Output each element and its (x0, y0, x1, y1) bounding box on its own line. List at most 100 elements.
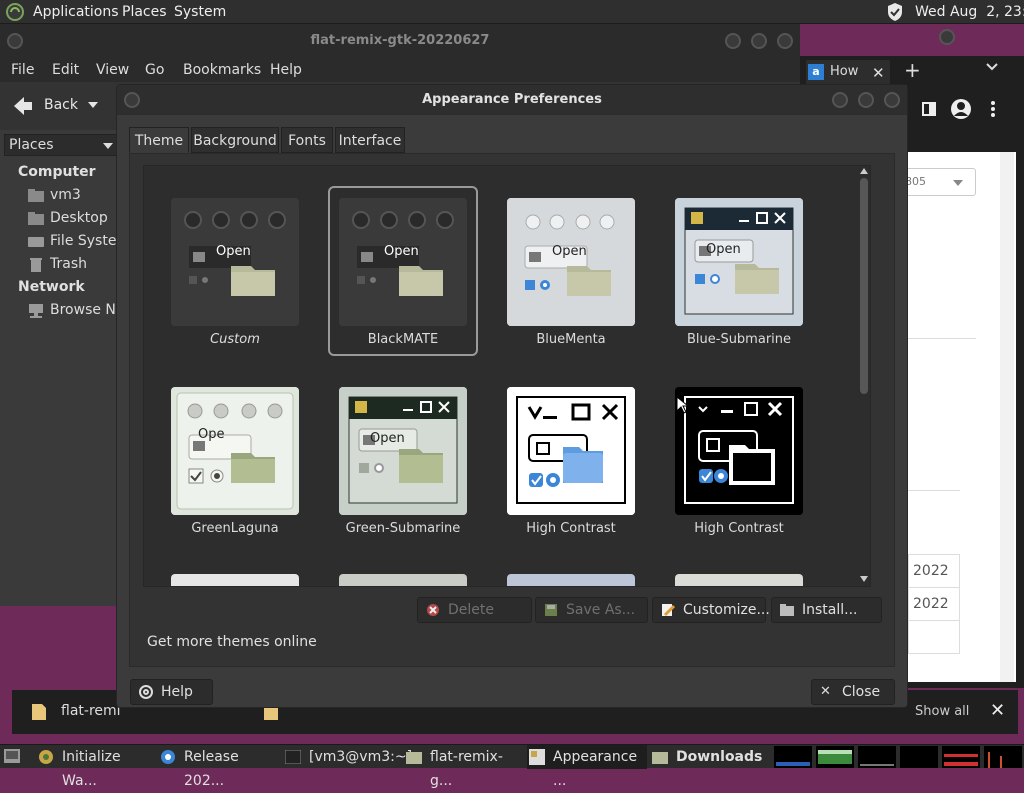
menu-file[interactable]: File (11, 58, 34, 82)
window-menu-icon[interactable] (6, 32, 24, 50)
task-terminal[interactable]: [vm3@vm3:~] (285, 745, 412, 769)
show-desktop-icon[interactable] (4, 749, 20, 763)
theme-preview (171, 387, 299, 515)
scroll-down-icon[interactable] (860, 576, 868, 582)
get-more-themes-link[interactable]: Get more themes online (147, 634, 317, 650)
sidebar-item-trash[interactable]: Trash (28, 256, 122, 276)
menu-view[interactable]: View (96, 58, 129, 82)
minimize-icon[interactable] (724, 32, 742, 50)
maximize-icon[interactable] (750, 32, 768, 50)
close-icon[interactable]: ✕ (990, 700, 1005, 721)
theme-name: GreenLaguna (191, 521, 279, 536)
tab-theme[interactable]: Theme (129, 127, 189, 153)
new-tab-icon[interactable]: + (904, 58, 921, 82)
task-label: Downloads (676, 749, 763, 765)
window-menu-icon[interactable] (123, 91, 141, 109)
save-icon (544, 603, 558, 617)
appearance-icon (529, 749, 545, 765)
mate-logo-icon[interactable] (6, 3, 24, 21)
menu-bookmarks[interactable]: Bookmarks (183, 58, 261, 82)
theme-item-custom[interactable]: Open Custom (160, 186, 310, 356)
tab-interface[interactable]: Interface (335, 127, 405, 153)
clock[interactable]: Wed Aug 2, 23:59 (915, 0, 1024, 24)
close-icon[interactable] (883, 91, 901, 109)
task-downloads[interactable]: Downloads (652, 745, 768, 769)
sidebar-toggle-icon[interactable] (922, 102, 936, 116)
task-flat-remix[interactable]: flat-remix-g... (406, 745, 522, 789)
page-select[interactable]: 805 (900, 168, 976, 196)
download-item[interactable]: flat-remi (61, 703, 121, 719)
kebab-menu-icon[interactable] (990, 100, 996, 118)
tab-close-icon[interactable]: ✕ (872, 64, 885, 82)
shield-icon[interactable] (886, 2, 904, 22)
theme-preview (507, 387, 635, 515)
task-initialize[interactable]: Initialize Wa... (38, 745, 154, 789)
theme-item-greenlaguna[interactable]: Ope GreenLaguna (160, 375, 310, 545)
sidebar-item-browse-network[interactable]: Browse Network (28, 302, 122, 322)
show-all-button[interactable]: Show all (915, 704, 969, 719)
task-appearance[interactable]: Appearance ... (527, 745, 647, 789)
sidebar-item-file-system[interactable]: File System (28, 233, 122, 253)
theme-item-partial[interactable] (171, 574, 299, 586)
system-menu[interactable]: System (174, 0, 226, 24)
theme-item-blue-submarine[interactable]: Open Blue-Submarine (664, 186, 814, 356)
table-row: 2022 (908, 587, 960, 621)
back-label: Back (44, 97, 78, 113)
task-label: Initialize Wa... (62, 749, 121, 789)
places-menu[interactable]: Places (122, 0, 167, 24)
install-icon (780, 603, 794, 617)
customize-button[interactable]: Customize... (652, 597, 770, 623)
menu-help[interactable]: Help (270, 58, 302, 82)
theme-item-blackmate[interactable]: Open BlackMATE (328, 186, 478, 356)
customize-icon (661, 603, 675, 617)
theme-item-bluementa[interactable]: Open BlueMenta (496, 186, 646, 356)
help-label: Help (161, 684, 193, 700)
chevron-down-icon[interactable] (88, 101, 98, 109)
app-icon (38, 749, 54, 765)
theme-item-partial[interactable] (507, 574, 635, 586)
theme-name: Blue-Submarine (686, 332, 792, 347)
drive-icon (28, 236, 44, 248)
theme-item-partial[interactable] (339, 574, 467, 586)
desktop-folder-icon (28, 212, 44, 226)
menu-edit[interactable]: Edit (52, 58, 79, 82)
chevron-down-icon (103, 142, 113, 150)
close-button[interactable]: ✕ Close (811, 679, 895, 705)
delete-button[interactable]: Delete (417, 597, 532, 623)
page-scrollbar[interactable] (1000, 152, 1014, 682)
sidebar-item-desktop[interactable]: Desktop (28, 210, 122, 230)
back-button[interactable]: Back (6, 92, 106, 120)
sidebar-item-label: Browse Network (50, 302, 122, 318)
close-icon[interactable] (776, 32, 794, 50)
system-monitor-applet[interactable] (774, 746, 1022, 768)
theme-scrollbar[interactable] (858, 166, 870, 586)
minimize-icon[interactable] (831, 91, 849, 109)
task-release[interactable]: Release 202... (160, 745, 278, 789)
sidebar: Places Computer vm3 Desktop File System … (0, 130, 122, 606)
theme-preview (675, 387, 803, 515)
back-arrow-icon (10, 94, 34, 118)
home-folder-icon (28, 189, 44, 203)
maximize-icon[interactable] (857, 91, 875, 109)
scrollbar-thumb[interactable] (860, 178, 868, 394)
help-button[interactable]: Help (130, 679, 213, 705)
tab-list-chevron-icon[interactable] (986, 62, 998, 72)
tab-background[interactable]: Background (191, 127, 279, 153)
install-button[interactable]: Install... (771, 597, 882, 623)
menu-go[interactable]: Go (145, 58, 164, 82)
theme-name: BlackMATE (367, 332, 439, 347)
minimize-icon[interactable] (938, 28, 956, 46)
theme-item-high-contrast[interactable]: High Contrast (496, 375, 646, 545)
terminal-icon (285, 750, 301, 764)
save-as-button[interactable]: Save As... (535, 597, 648, 623)
applications-menu[interactable]: Applications (33, 0, 119, 24)
scroll-up-icon[interactable] (860, 168, 868, 174)
sidebar-selector-label: Places (9, 137, 54, 153)
tab-fonts[interactable]: Fonts (281, 127, 333, 153)
account-avatar-icon[interactable] (950, 98, 972, 120)
browser-tab[interactable]: a How ✕ (806, 60, 890, 84)
theme-item-partial[interactable] (675, 574, 803, 586)
sidebar-selector[interactable]: Places (4, 134, 118, 156)
theme-item-green-submarine[interactable]: Open Green-Submarine (328, 375, 478, 545)
sidebar-item-vm3[interactable]: vm3 (28, 187, 122, 207)
